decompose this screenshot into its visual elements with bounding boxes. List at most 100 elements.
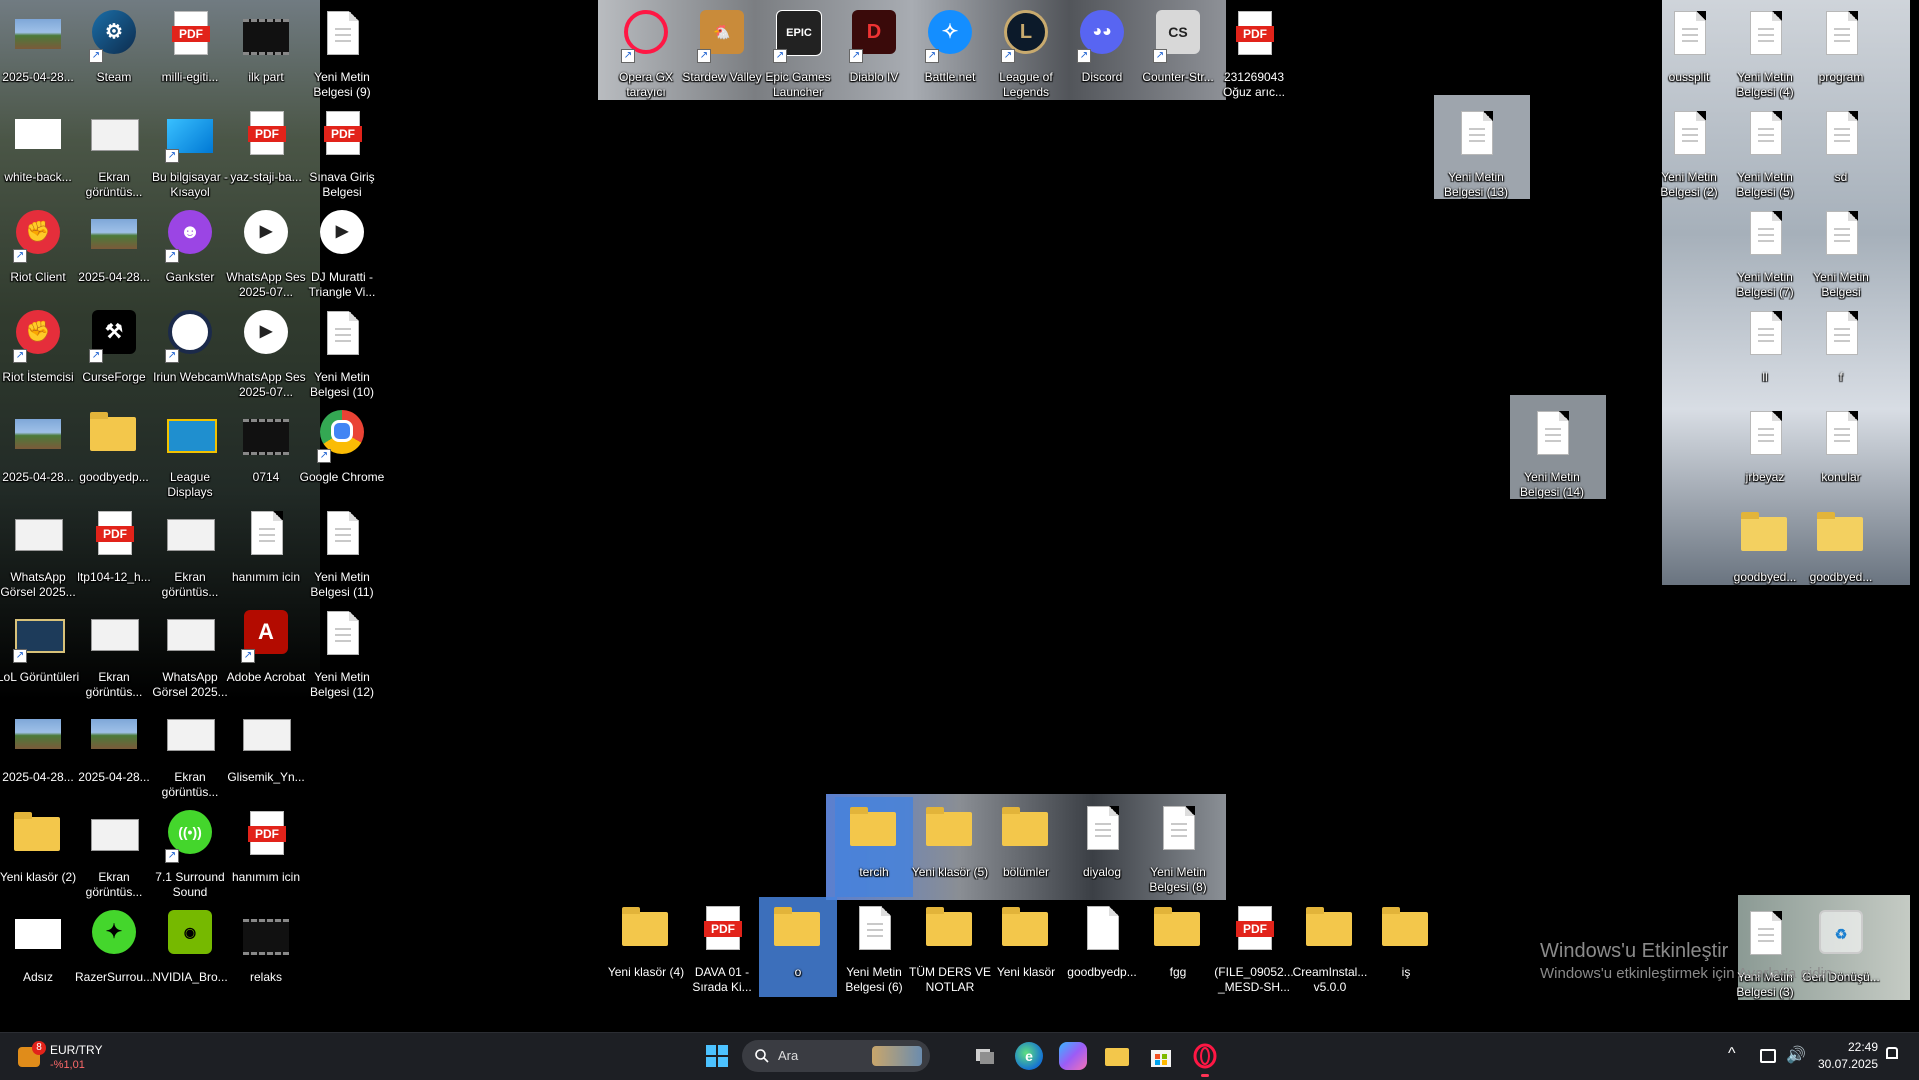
- start-button[interactable]: [703, 1042, 731, 1070]
- desktop-icon-whatsapp-gorsel-2025[interactable]: WhatsApp Görsel 2025...: [151, 602, 229, 702]
- desktop-icon-yeni-metin-belgesi-12[interactable]: Yeni Metin Belgesi (12): [303, 602, 381, 702]
- desktop-icon-yeni-metin-belgesi-9[interactable]: Yeni Metin Belgesi (9): [303, 2, 381, 102]
- desktop-icon-yeni-klasor-4[interactable]: Yeni klasör (4): [607, 897, 685, 997]
- desktop-icon-231269043-oguz-ar-c[interactable]: PDF 231269043 Oğuz arıc...: [1215, 2, 1293, 102]
- desktop-icon-f[interactable]: f: [1802, 302, 1880, 402]
- desktop-icon-adobe-acrobat[interactable]: A ↗ Adobe Acrobat: [227, 602, 305, 702]
- desktop-icon-o[interactable]: o: [759, 897, 837, 997]
- widgets-button[interactable]: 8 EUR/TRY -%1,01: [14, 1039, 134, 1075]
- desktop-icon-whatsapp-ses-2025-07[interactable]: ▶ WhatsApp Ses 2025-07...: [226, 302, 306, 402]
- desktop-icon-diablo-iv[interactable]: D ↗ Diablo IV: [835, 2, 913, 102]
- desktop-icon-milli-egiti[interactable]: PDF milli-egiti...: [151, 2, 229, 102]
- desktop-icon-yeni-metin-belgesi-5[interactable]: Yeni Metin Belgesi (5): [1726, 102, 1804, 202]
- desktop-icon-google-chrome[interactable]: ↗ Google Chrome: [300, 402, 384, 502]
- desktop-icon-lol-goruntuleri[interactable]: ↗ LoL Görüntüleri: [0, 602, 79, 702]
- edge-button[interactable]: e: [1015, 1042, 1043, 1070]
- desktop-icon-league-of-legends[interactable]: L ↗ League of Legends: [987, 2, 1065, 102]
- desktop-icon-yeni-klasor-2[interactable]: Yeni klasör (2): [0, 802, 77, 902]
- desktop-icon-razersurrou[interactable]: ✦ RazerSurrou...: [75, 902, 153, 1002]
- desktop-icon-s-nava-giris-belgesi[interactable]: PDF Sınava Giriş Belgesi: [303, 102, 381, 202]
- desktop-icon-fgg[interactable]: fgg: [1139, 897, 1217, 997]
- desktop-icon-glisemik-yn[interactable]: Glisemik_Yn...: [227, 702, 305, 802]
- desktop-icon-whatsapp-gorsel-2025[interactable]: WhatsApp Görsel 2025...: [0, 502, 77, 602]
- copilot-button[interactable]: [1059, 1042, 1087, 1070]
- desktop-icon-epic-games-launcher[interactable]: EPIC ↗ Epic Games Launcher: [759, 2, 837, 102]
- desktop-icon-opera-gx-taray-c[interactable]: ↗ Opera GX tarayıcı: [607, 2, 685, 102]
- desktop-icon-2025-04-28[interactable]: 2025-04-28...: [75, 702, 153, 802]
- desktop-icon-yeni-metin-belgesi-2[interactable]: Yeni Metin Belgesi (2): [1650, 102, 1728, 202]
- desktop-icon-bu-bilgisayar-k-sayol[interactable]: ↗ Bu bilgisayar - Kısayol: [151, 102, 229, 202]
- desktop-icon-ll[interactable]: ll: [1726, 302, 1804, 402]
- desktop-icon-ilk-part[interactable]: ilk part: [227, 2, 305, 102]
- desktop-icon-yeni-klasor[interactable]: Yeni klasör: [987, 897, 1065, 997]
- desktop-icon-sd[interactable]: sd: [1802, 102, 1880, 202]
- desktop-icon-ekran-goruntus[interactable]: Ekran görüntüs...: [75, 102, 153, 202]
- desktop-icon-2025-04-28[interactable]: 2025-04-28...: [75, 202, 153, 302]
- desktop-icon-file-09052-mesd-sh[interactable]: PDF (FILE_09052... _MESD-SH...: [1214, 897, 1294, 997]
- task-view-button[interactable]: [971, 1042, 999, 1070]
- desktop-icon-2025-04-28[interactable]: 2025-04-28...: [0, 702, 77, 802]
- desktop-icon-diyalog[interactable]: diyalog: [1063, 797, 1141, 897]
- desktop-icon-tercih[interactable]: tercih: [835, 797, 913, 897]
- desktop-icon-2025-04-28[interactable]: 2025-04-28...: [0, 2, 77, 102]
- desktop-icon-yeni-metin-belgesi[interactable]: Yeni Metin Belgesi: [1802, 202, 1880, 302]
- desktop-icon-white-back[interactable]: white-back...: [0, 102, 77, 202]
- show-hidden-icons-button[interactable]: ^: [1728, 1045, 1736, 1063]
- desktop-icon-whatsapp-ses-2025-07[interactable]: ▶ WhatsApp Ses 2025-07...: [226, 202, 306, 302]
- desktop-icon-dava-01-s-rada-ki[interactable]: PDF DAVA 01 - Sırada Ki...: [683, 897, 761, 997]
- taskbar-search-box[interactable]: Ara: [742, 1040, 930, 1072]
- desktop-icon-ltp104-12-h[interactable]: PDF ltp104-12_h...: [75, 502, 153, 602]
- desktop-icon-league-displays[interactable]: League Displays: [151, 402, 229, 502]
- desktop-icon-konular[interactable]: konular: [1802, 402, 1880, 502]
- desktop-icon-dj-muratti-triangle-vi[interactable]: ▶ DJ Muratti - Triangle Vi...: [303, 202, 381, 302]
- desktop-icon-curseforge[interactable]: ⚒ ↗ CurseForge: [75, 302, 153, 402]
- desktop-icon-yeni-metin-belgesi-8[interactable]: Yeni Metin Belgesi (8): [1139, 797, 1217, 897]
- store-button[interactable]: [1147, 1042, 1175, 1070]
- desktop-icon-counter-str[interactable]: CS ↗ Counter-Str...: [1139, 2, 1217, 102]
- desktop-icon-yeni-metin-belgesi-13[interactable]: Yeni Metin Belgesi (13): [1437, 102, 1515, 202]
- desktop-icon-goodbyed[interactable]: goodbyed...: [1802, 502, 1880, 602]
- desktop-icon-7-1-surround-sound[interactable]: ((•)) ↗ 7.1 Surround Sound: [151, 802, 229, 902]
- desktop-icon-stardew-valley[interactable]: 🐔 ↗ Stardew Valley: [682, 2, 762, 102]
- desktop-icon-han-m-m-icin[interactable]: hanımım icin: [227, 502, 305, 602]
- desktop-icon-iriun-webcam[interactable]: ↗ Iriun Webcam: [151, 302, 229, 402]
- desktop-icon-yeni-metin-belgesi-6[interactable]: Yeni Metin Belgesi (6): [835, 897, 913, 997]
- desktop-icon-yeni-metin-belgesi-11[interactable]: Yeni Metin Belgesi (11): [303, 502, 381, 602]
- desktop-icon-riot-client[interactable]: ✊ ↗ Riot Client: [0, 202, 77, 302]
- clock[interactable]: 22:49 30.07.2025: [1812, 1039, 1878, 1075]
- desktop-icon-discord[interactable]: ◕◕ ↗ Discord: [1063, 2, 1141, 102]
- desktop-icon-2025-04-28[interactable]: 2025-04-28...: [0, 402, 77, 502]
- desktop-icon-yeni-metin-belgesi-4[interactable]: Yeni Metin Belgesi (4): [1726, 2, 1804, 102]
- desktop-icon-ekran-goruntus[interactable]: Ekran görüntüs...: [151, 702, 229, 802]
- desktop-icon-goodbyed[interactable]: goodbyed...: [1726, 502, 1804, 602]
- desktop-icon-yeni-metin-belgesi-10[interactable]: Yeni Metin Belgesi (10): [303, 302, 381, 402]
- desktop-icon-oussplit[interactable]: oussplit: [1650, 2, 1728, 102]
- volume-icon[interactable]: 🔊: [1786, 1045, 1806, 1065]
- desktop-icon-battle-net[interactable]: ✧ ↗ Battle.net: [911, 2, 989, 102]
- desktop-icon-ekran-goruntus[interactable]: Ekran görüntüs...: [75, 802, 153, 902]
- file-explorer-button[interactable]: [1103, 1042, 1131, 1070]
- desktop-icon-tum-ders-ve-notlar[interactable]: TÜM DERS VE NOTLAR: [909, 897, 991, 997]
- desktop-icon-relaks[interactable]: relaks: [227, 902, 305, 1002]
- desktop-icon-nvidia-bro[interactable]: ◉ NVIDIA_Bro...: [151, 902, 229, 1002]
- desktop-icon-creaminstal-v5-0-0[interactable]: CreamInstal... v5.0.0: [1291, 897, 1369, 997]
- notifications-button[interactable]: [1886, 1047, 1900, 1063]
- desktop-icon-ads-z[interactable]: Adsız: [0, 902, 77, 1002]
- desktop-icon-steam[interactable]: ⚙ ↗ Steam: [75, 2, 153, 102]
- desktop-icon-yeni-metin-belgesi-14[interactable]: Yeni Metin Belgesi (14): [1513, 402, 1591, 502]
- desktop-icon-program[interactable]: program: [1802, 2, 1880, 102]
- desktop-icon-is[interactable]: iş: [1367, 897, 1445, 997]
- desktop-icon-riot-istemcisi[interactable]: ✊ ↗ Riot İstemcisi: [0, 302, 77, 402]
- desktop-icon-jrbeyaz[interactable]: jrbeyaz: [1726, 402, 1804, 502]
- desktop-icon-bolumler[interactable]: bölümler: [987, 797, 1065, 897]
- desktop-icon-yeni-klasor-5[interactable]: Yeni klasör (5): [911, 797, 989, 897]
- desktop-icon-ekran-goruntus[interactable]: Ekran görüntüs...: [151, 502, 229, 602]
- network-icon[interactable]: [1760, 1049, 1776, 1063]
- opera-gx-button[interactable]: [1191, 1042, 1219, 1077]
- desktop-icon-0714[interactable]: 0714: [227, 402, 305, 502]
- desktop-icon-goodbyedp[interactable]: goodbyedp...: [75, 402, 153, 502]
- desktop-icon-ekran-goruntus[interactable]: Ekran görüntüs...: [75, 602, 153, 702]
- desktop-icon-gankster[interactable]: ☻ ↗ Gankster: [151, 202, 229, 302]
- desktop-icon-han-m-m-icin[interactable]: PDF hanımım icin: [227, 802, 305, 902]
- desktop-icon-goodbyedp[interactable]: goodbyedp...: [1063, 897, 1141, 997]
